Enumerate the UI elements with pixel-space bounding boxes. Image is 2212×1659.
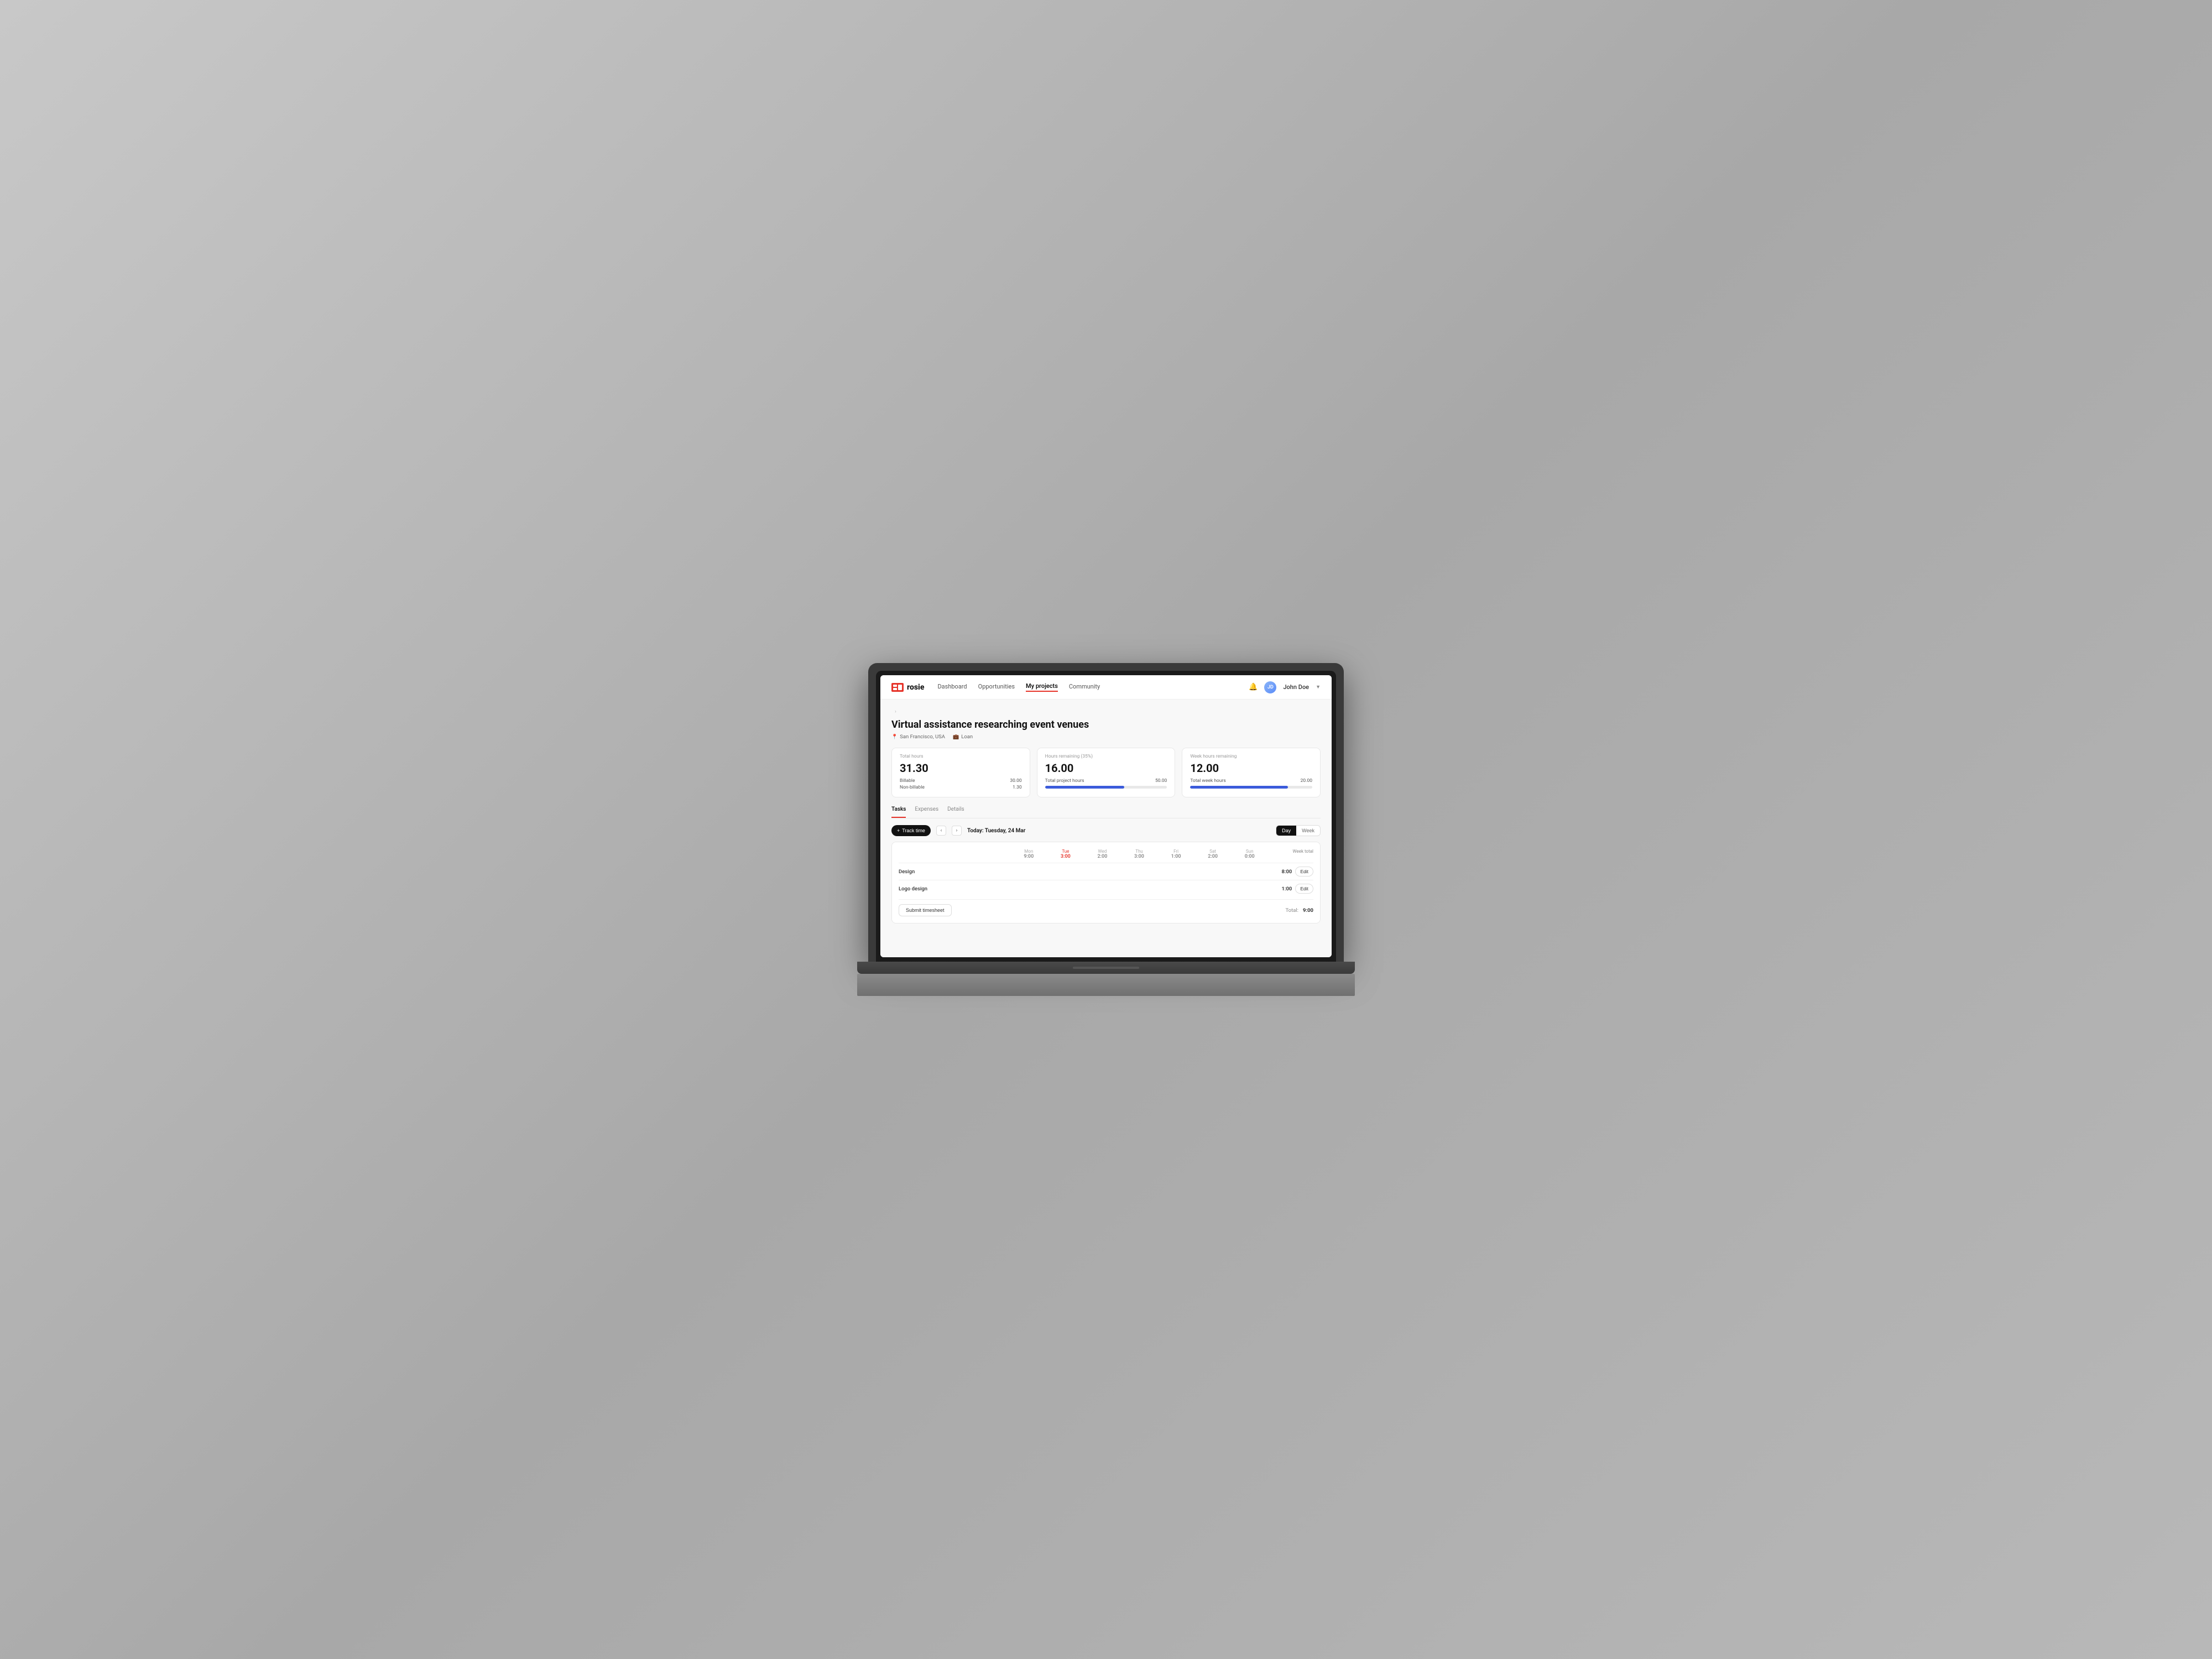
day-header-fri: Fri 1:00 [1159, 849, 1193, 859]
week-total-column-header: Week total [1269, 849, 1313, 859]
chevron-down-icon: ▼ [1316, 684, 1321, 690]
page-title: Virtual assistance researching event ven… [891, 719, 1321, 731]
timesheet-toolbar: + Track time ‹ › Today: Tuesday, 24 Mar … [891, 825, 1321, 836]
plus-icon: + [897, 828, 900, 833]
total-week-label: Total week hours [1190, 778, 1225, 784]
day-header-tue: Tue 3:00 [1048, 849, 1083, 859]
avatar: JD [1264, 681, 1276, 693]
submit-timesheet-button[interactable]: Submit timesheet [899, 904, 952, 916]
total-project-row: Total project hours 50.00 [1045, 778, 1167, 784]
total-project-value: 50.00 [1155, 778, 1167, 784]
total-week-row: Total week hours 20.00 [1190, 778, 1312, 784]
meta-loan: 💼 Loan [953, 734, 973, 740]
total-row: Total: 9:00 [1285, 907, 1313, 914]
week-progress-track [1190, 786, 1312, 789]
total-hours-label: Total hours [900, 754, 1022, 759]
breadcrumb: › [891, 708, 1321, 714]
timesheet-card: Mon 9:00 Tue 3:00 Wed 2:00 [891, 842, 1321, 924]
nav-myprojects[interactable]: My projects [1026, 682, 1058, 692]
stats-row: Total hours 31.30 Billable 30.00 Non-bil… [891, 748, 1321, 797]
stat-total-hours: Total hours 31.30 Billable 30.00 Non-bil… [891, 748, 1030, 797]
navbar: rosie Dashboard Opportunities My project… [880, 675, 1332, 700]
bell-icon[interactable]: 🔔 [1249, 683, 1258, 691]
location-text: San Francisco, USA [900, 734, 945, 740]
nav-community[interactable]: Community [1069, 683, 1100, 691]
day-headers: Mon 9:00 Tue 3:00 Wed 2:00 [899, 849, 1313, 859]
track-time-button[interactable]: + Track time [891, 825, 931, 836]
billable-label: Billable [900, 778, 915, 784]
non-billable-value: 1.30 [1013, 785, 1022, 790]
view-day-button[interactable]: Day [1276, 826, 1296, 836]
week-hours-label: Week hours remaining [1190, 754, 1312, 759]
next-week-button[interactable]: › [952, 826, 962, 836]
laptop-body: rosie Dashboard Opportunities My project… [868, 663, 1344, 962]
task-column-header [899, 849, 1009, 859]
total-week-value: 20.00 [1301, 778, 1312, 784]
timesheet-footer: Submit timesheet Total: 9:00 [899, 899, 1313, 916]
hours-remaining-label: Hours remaining (35%) [1045, 754, 1167, 759]
screen-bezel: rosie Dashboard Opportunities My project… [876, 671, 1336, 962]
day-header-mon: Mon 9:00 [1011, 849, 1046, 859]
design-edit-button[interactable]: Edit [1295, 867, 1313, 877]
screen: rosie Dashboard Opportunities My project… [880, 675, 1332, 957]
stat-hours-remaining: Hours remaining (35%) 16.00 Total projec… [1037, 748, 1176, 797]
logo-icon [891, 683, 904, 692]
total-hours-value: 31.30 [900, 761, 1022, 775]
table-surface [857, 974, 1355, 996]
main-content: › Virtual assistance researching event v… [880, 700, 1332, 957]
hours-remaining-value: 16.00 [1045, 761, 1167, 775]
billable-row: Billable 30.00 [900, 778, 1022, 784]
day-header-thu: Thu 3:00 [1122, 849, 1157, 859]
nav-links: Dashboard Opportunities My projects Comm… [937, 682, 1235, 692]
non-billable-row: Non-billable 1.30 [900, 785, 1022, 790]
task-logo-name: Logo design [899, 886, 1009, 892]
task-design-name: Design [899, 869, 1009, 875]
meta-location: 📍 San Francisco, USA [891, 734, 945, 740]
non-billable-label: Non-billable [900, 785, 925, 790]
total-label: Total: [1285, 907, 1298, 914]
hours-progress-track [1045, 786, 1167, 789]
total-value: 9:00 [1303, 907, 1313, 914]
week-progress-fill [1190, 786, 1288, 789]
app: rosie Dashboard Opportunities My project… [880, 675, 1332, 957]
today-label: Today: Tuesday, 24 Mar [967, 828, 1025, 834]
user-name: John Doe [1283, 684, 1309, 691]
tab-details[interactable]: Details [947, 806, 964, 818]
tab-expenses[interactable]: Expenses [915, 806, 938, 818]
timesheet-row-logo: Logo design 1:00 Edit [899, 880, 1313, 897]
day-header-sun: Sun 0:00 [1232, 849, 1267, 859]
logo-week-total-cell: 1:00 Edit [1269, 884, 1313, 894]
week-hours-value: 12.00 [1190, 761, 1312, 775]
stat-week-hours: Week hours remaining 12.00 Total week ho… [1182, 748, 1321, 797]
logo: rosie [891, 683, 924, 692]
laptop-base [857, 962, 1355, 974]
logo-edit-button[interactable]: Edit [1295, 884, 1313, 894]
day-header-sat: Sat 2:00 [1196, 849, 1230, 859]
view-toggle: Day Week [1276, 825, 1321, 836]
project-meta: 📍 San Francisco, USA 💼 Loan [891, 734, 1321, 740]
tabs: Tasks Expenses Details [891, 806, 1321, 818]
total-project-label: Total project hours [1045, 778, 1084, 784]
trackpad-notch [1073, 967, 1139, 969]
nav-dashboard[interactable]: Dashboard [937, 683, 967, 691]
design-week-total-cell: 8:00 Edit [1269, 867, 1313, 877]
logo-text: rosie [907, 683, 924, 692]
breadcrumb-separator: › [895, 708, 896, 714]
prev-week-button[interactable]: ‹ [936, 826, 946, 836]
logo-total: 1:00 [1281, 886, 1292, 892]
billable-value: 30.00 [1010, 778, 1021, 784]
nav-right: 🔔 JD John Doe ▼ [1249, 681, 1321, 693]
design-total: 8:00 [1281, 869, 1292, 875]
nav-opportunities[interactable]: Opportunities [978, 683, 1015, 691]
location-icon: 📍 [891, 734, 898, 740]
view-week-button[interactable]: Week [1296, 826, 1320, 836]
hours-progress-fill [1045, 786, 1124, 789]
laptop-scene: rosie Dashboard Opportunities My project… [857, 663, 1355, 996]
timesheet-row-design: Design 8:00 Edit [899, 863, 1313, 880]
tab-tasks[interactable]: Tasks [891, 806, 906, 818]
day-header-wed: Wed 2:00 [1085, 849, 1120, 859]
loan-text: Loan [961, 734, 973, 740]
loan-icon: 💼 [953, 734, 959, 740]
